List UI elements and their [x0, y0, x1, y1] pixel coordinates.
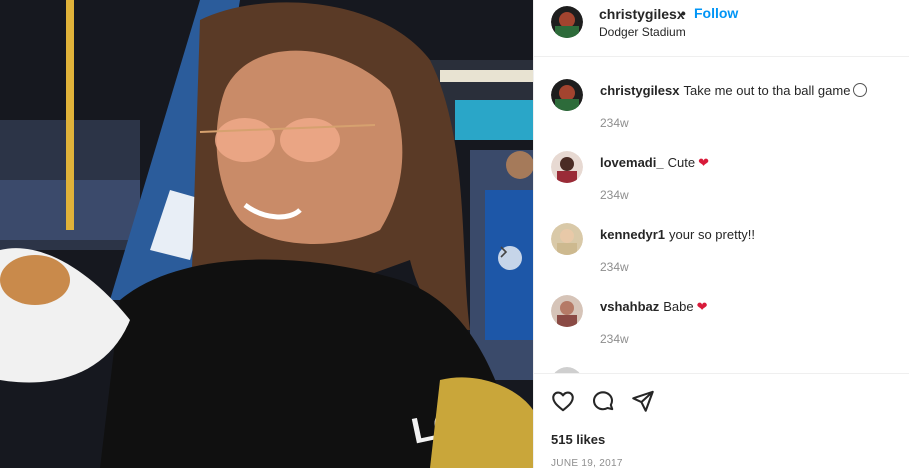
comment-text: lovemadi_ Cute ❤	[600, 155, 709, 171]
separator-dot: •	[681, 5, 686, 21]
comment-body: Take me out to tha ball game	[683, 83, 851, 98]
comment-body: your so pretty!!	[669, 227, 756, 242]
comment-timestamp[interactable]: 234w	[600, 116, 629, 130]
paper-plane-icon[interactable]	[630, 388, 656, 414]
comment-list[interactable]: christygilesx Take me out to tha ball gam…	[534, 57, 909, 373]
comment-bubble-icon[interactable]	[590, 388, 616, 414]
comment-username[interactable]: kennedyr1	[600, 227, 665, 242]
next-photo-button[interactable]	[498, 246, 522, 270]
post-panel: christygilesx • Follow Dodger Stadium ch…	[533, 0, 909, 468]
avatar[interactable]	[551, 151, 583, 183]
photo-illustration: LOS	[0, 0, 533, 468]
likes-count[interactable]: 515 likes	[551, 432, 605, 447]
comment-timestamp[interactable]: 234w	[600, 188, 629, 202]
baseball-icon	[853, 83, 868, 97]
heart-icon: ❤	[696, 299, 708, 314]
avatar[interactable]	[551, 295, 583, 327]
list-item: vshahbaz Babe ❤ 234w	[534, 295, 909, 367]
chevron-right-icon	[500, 246, 508, 258]
comment-text: kennedyr1 your so pretty!!	[600, 227, 755, 242]
heart-icon: ❤	[698, 155, 709, 170]
post-date[interactable]: JUNE 19, 2017	[551, 458, 623, 468]
comment-username[interactable]: vshahbaz	[600, 299, 659, 314]
heart-outline-icon[interactable]	[550, 388, 576, 414]
list-item: lovemadi_ Cute ❤ 234w	[534, 151, 909, 223]
comment-body: Babe	[663, 299, 694, 314]
follow-button[interactable]: Follow	[694, 5, 738, 21]
comment-timestamp[interactable]: 234w	[600, 260, 629, 274]
comment-username[interactable]: christygilesx	[600, 83, 680, 98]
post-header: christygilesx • Follow Dodger Stadium	[534, 0, 909, 57]
comment-text: vshahbaz Babe ❤	[600, 299, 708, 315]
avatar[interactable]	[551, 79, 583, 111]
comment-timestamp[interactable]: 234w	[600, 332, 629, 346]
action-bar: 515 likes JUNE 19, 2017	[534, 373, 909, 468]
post-username[interactable]: christygilesx	[599, 6, 685, 22]
location-link[interactable]: Dodger Stadium	[599, 25, 686, 39]
avatar[interactable]	[551, 223, 583, 255]
comment-username[interactable]: lovemadi_	[600, 155, 664, 170]
comment-body: Cute	[667, 155, 696, 170]
post-photo[interactable]: LOS	[0, 0, 533, 468]
caption-comment: christygilesx Take me out to tha ball gam…	[534, 79, 909, 151]
list-item: kennedyr1 your so pretty!! 234w	[534, 223, 909, 295]
avatar[interactable]	[551, 6, 583, 38]
comment-text: christygilesx Take me out to tha ball gam…	[600, 83, 868, 98]
